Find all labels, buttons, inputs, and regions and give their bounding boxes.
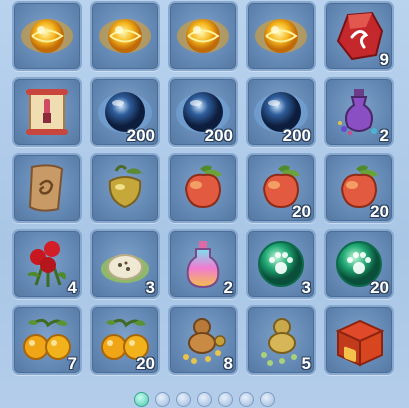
page-dot[interactable]: [134, 392, 149, 407]
item-count: 200: [204, 126, 233, 145]
golden-sun-orb-icon: [174, 7, 232, 65]
inventory-slot[interactable]: 3: [90, 229, 160, 299]
item-count: 3: [301, 278, 311, 297]
inventory-slot[interactable]: [12, 153, 82, 223]
golden-fruit-icon: [96, 159, 154, 217]
item-count: 7: [67, 354, 77, 373]
inventory-slot[interactable]: 7: [12, 305, 82, 375]
item-count: 20: [370, 278, 389, 297]
item-count: 2: [223, 278, 233, 297]
inventory-slot[interactable]: [246, 1, 316, 71]
inventory-slot[interactable]: 4: [12, 229, 82, 299]
inventory-slot[interactable]: 200: [168, 77, 238, 147]
item-count: 9: [379, 50, 389, 69]
inventory-slot[interactable]: 20: [324, 153, 394, 223]
inventory-slot[interactable]: 200: [90, 77, 160, 147]
inventory-slot[interactable]: [90, 153, 160, 223]
golden-sun-orb-icon: [96, 7, 154, 65]
item-count: 20: [136, 354, 155, 373]
inventory-grid: 9 200 200 200 2 20 20 4 3 2 3 20 7 20 8 5: [12, 1, 394, 375]
page-dot[interactable]: [260, 392, 275, 407]
item-count: 20: [292, 202, 311, 221]
golden-sun-orb-icon: [252, 7, 310, 65]
inventory-slot[interactable]: 20: [90, 305, 160, 375]
item-count: 2: [379, 126, 389, 145]
golden-sun-orb-icon: [18, 7, 76, 65]
inventory-slot[interactable]: [90, 1, 160, 71]
item-count: 20: [370, 202, 389, 221]
inventory-slot[interactable]: 2: [168, 229, 238, 299]
page-indicator: [0, 392, 409, 407]
item-count: 8: [223, 354, 233, 373]
item-count: 5: [301, 354, 311, 373]
inventory-slot[interactable]: 20: [246, 153, 316, 223]
inventory-slot[interactable]: 8: [168, 305, 238, 375]
inventory-slot[interactable]: 3: [246, 229, 316, 299]
page-dot[interactable]: [176, 392, 191, 407]
page-dot[interactable]: [197, 392, 212, 407]
inventory-slot[interactable]: [12, 1, 82, 71]
inventory-slot[interactable]: 200: [246, 77, 316, 147]
inventory-slot[interactable]: [324, 305, 394, 375]
inventory-slot[interactable]: 20: [324, 229, 394, 299]
inventory-slot[interactable]: 2: [324, 77, 394, 147]
page-dot[interactable]: [218, 392, 233, 407]
item-count: 200: [126, 126, 155, 145]
inventory-slot[interactable]: [168, 153, 238, 223]
inventory-slot[interactable]: 5: [246, 305, 316, 375]
item-count: 4: [67, 278, 77, 297]
page-dot[interactable]: [155, 392, 170, 407]
ancient-scroll-icon: [18, 159, 76, 217]
page-dot[interactable]: [239, 392, 254, 407]
inventory-slot[interactable]: 9: [324, 1, 394, 71]
peach-icon: [174, 159, 232, 217]
red-treasure-chest-icon: [330, 311, 388, 369]
inventory-slot[interactable]: [12, 77, 82, 147]
inventory-slot[interactable]: [168, 1, 238, 71]
item-count: 3: [145, 278, 155, 297]
item-count: 200: [282, 126, 311, 145]
brush-scroll-icon: [18, 83, 76, 141]
